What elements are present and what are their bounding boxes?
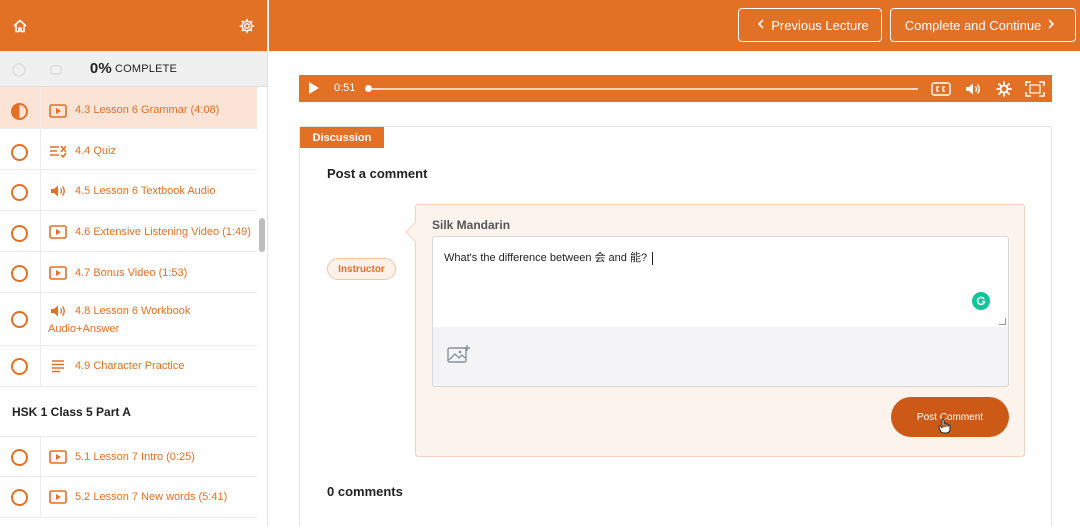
lecture-label: 5.2 Lesson 7 New words (5:41) [75, 491, 228, 503]
discussion-tab: Discussion [300, 127, 384, 148]
lecture-topbar: Previous Lecture Complete and Continue [269, 0, 1080, 51]
resize-handle[interactable] [999, 318, 1006, 325]
gear-icon[interactable] [239, 18, 255, 34]
lecture-item[interactable]: 4.8 Lesson 6 Workbook Audio+Answer [0, 293, 257, 346]
video-time: 0:51 [334, 82, 356, 94]
complete-and-continue-button[interactable]: Complete and Continue [890, 8, 1076, 42]
home-icon[interactable] [12, 18, 28, 34]
lecture-label: 4.4 Quiz [75, 145, 116, 157]
closed-captions-icon[interactable] [931, 80, 951, 97]
lecture-item[interactable]: 4.9 Character Practice [0, 346, 257, 387]
previous-lecture-button[interactable]: Previous Lecture [738, 8, 882, 42]
settings-gear-icon[interactable] [996, 80, 1012, 97]
video-icon [49, 224, 67, 240]
lecture-label: 4.9 Character Practice [75, 360, 185, 372]
comment-text: What's the difference between 会 and 能? [444, 252, 648, 264]
lecture-item[interactable]: 4.3 Lesson 6 Grammar (4:08) [0, 87, 257, 129]
lecture-item[interactable]: 4.7 Bonus Video (1:53) [0, 252, 257, 293]
lecture-item[interactable]: 4.4 Quiz [0, 129, 257, 170]
sidebar-scrollbar[interactable] [259, 218, 265, 252]
seek-handle[interactable] [365, 85, 372, 92]
comment-toolbar [432, 327, 1009, 387]
seek-bar[interactable] [366, 88, 918, 90]
lecture-label: 4.8 Lesson 6 Workbook [75, 305, 191, 317]
incomplete-status-icon[interactable] [11, 144, 28, 161]
lecture-label-continued: Audio+Answer [48, 323, 120, 335]
incomplete-status-icon[interactable] [11, 358, 28, 375]
incomplete-status-icon[interactable] [11, 225, 28, 242]
course-sidebar: 0% COMPLETE 4.3 Lesson 6 Grammar (4:08) … [0, 0, 268, 526]
lecture-item[interactable]: 4.5 Lesson 6 Textbook Audio [0, 170, 257, 211]
text-lines-icon [49, 358, 67, 374]
comment-author: Silk Mandarin [432, 218, 511, 232]
fullscreen-icon[interactable] [1025, 80, 1045, 97]
lecture-item[interactable]: 5.1 Lesson 7 Intro (0:25) [0, 437, 257, 477]
video-icon [49, 489, 67, 505]
lecture-label: 4.3 Lesson 6 Grammar (4:08) [75, 104, 220, 116]
video-icon [49, 103, 67, 119]
volume-icon[interactable] [964, 80, 982, 97]
lecture-label: 5.1 Lesson 7 Intro (0:25) [75, 451, 195, 463]
in-progress-status-icon[interactable] [11, 103, 28, 120]
incomplete-status-icon[interactable] [11, 449, 28, 466]
comment-textarea[interactable]: What's the difference between 会 and 能? [432, 236, 1009, 328]
course-progress: 0% COMPLETE [0, 51, 267, 87]
grammarly-icon[interactable] [972, 292, 990, 310]
lecture-item[interactable]: 5.2 Lesson 7 New words (5:41) [0, 477, 257, 518]
video-icon [49, 265, 67, 281]
audio-icon [49, 303, 67, 319]
audio-icon [49, 183, 67, 199]
chevron-left-icon [757, 18, 765, 32]
comment-composer: Silk Mandarin What's the difference betw… [405, 204, 1025, 457]
instructor-badge: Instructor [327, 258, 396, 280]
progress-label: COMPLETE [114, 62, 178, 75]
comments-count: 0 comments [327, 484, 403, 499]
progress-percent: 0% [89, 60, 112, 77]
incomplete-status-icon[interactable] [11, 311, 28, 328]
hand-cursor-icon [938, 418, 952, 439]
lecture-label: 4.5 Lesson 6 Textbook Audio [75, 185, 216, 197]
post-comment-heading: Post a comment [327, 166, 428, 181]
incomplete-status-icon[interactable] [11, 489, 28, 506]
incomplete-status-icon[interactable] [11, 265, 28, 282]
video-player-controls: 0:51 [299, 75, 1052, 102]
add-image-icon[interactable] [447, 344, 471, 369]
lecture-label: 4.7 Bonus Video (1:53) [75, 267, 188, 279]
discussion-panel: Discussion Post a comment Instructor Sil… [299, 126, 1052, 526]
video-icon [49, 449, 67, 465]
chevron-right-icon [1047, 18, 1055, 32]
lecture-item[interactable]: 4.6 Extensive Listening Video (1:49) [0, 211, 257, 252]
sidebar-header [0, 0, 267, 51]
incomplete-status-icon[interactable] [11, 184, 28, 201]
play-icon[interactable] [309, 82, 319, 94]
quiz-icon [49, 143, 67, 159]
text-caret [652, 251, 654, 265]
section-title: HSK 1 Class 5 Part A [0, 387, 257, 437]
lecture-label: 4.6 Extensive Listening Video (1:49) [75, 226, 251, 238]
